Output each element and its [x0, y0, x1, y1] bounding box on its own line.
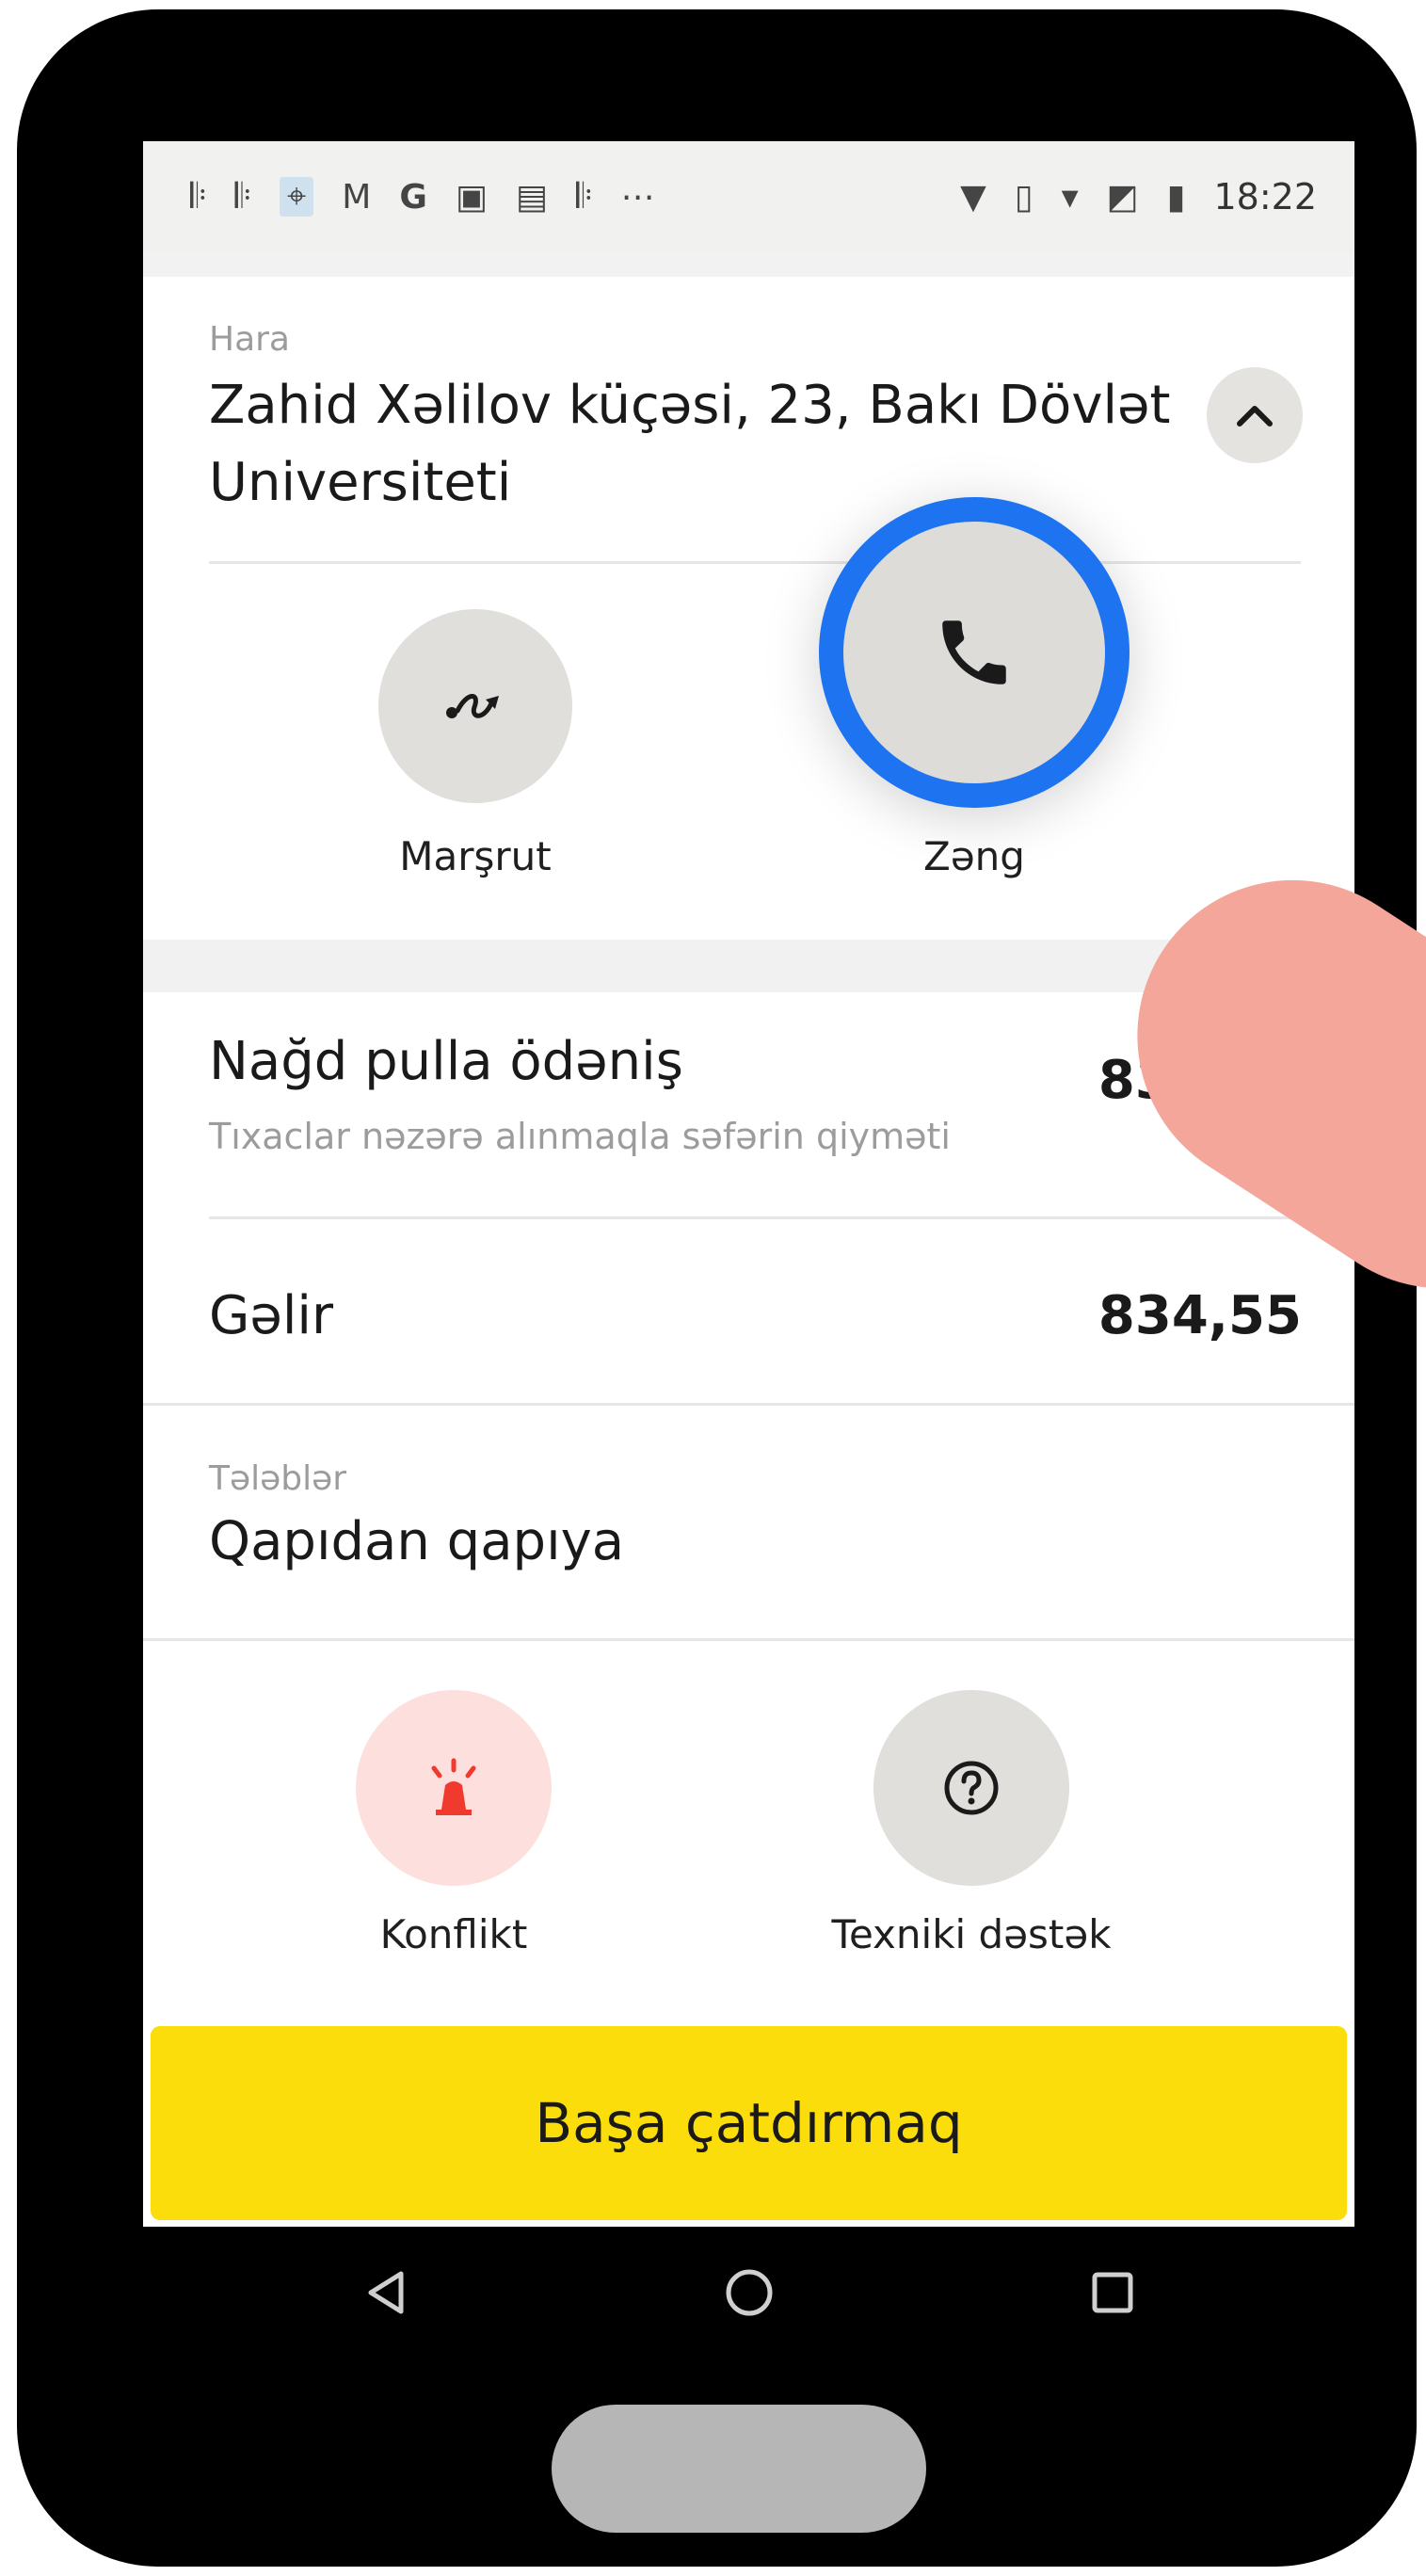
navigation-bar: [143, 2227, 1354, 2368]
finish-button-label: Başa çatdırmaq: [535, 2091, 963, 2155]
siren-icon: [431, 1758, 476, 1815]
back-icon: [368, 2271, 404, 2314]
home-nav-button[interactable]: [712, 2255, 787, 2330]
conflict-button[interactable]: [356, 1690, 552, 1886]
divider: [143, 1638, 1354, 1641]
signal-icon: 𝄆: [190, 177, 207, 216]
support-label: Texniki dəstək: [831, 1911, 1112, 1957]
back-nav-button[interactable]: [348, 2255, 424, 2330]
conflict-label: Konflikt: [379, 1911, 528, 1957]
finish-button[interactable]: Başa çatdırmaq: [151, 2026, 1347, 2220]
recents-icon: [1092, 2272, 1133, 2313]
recents-nav-button[interactable]: [1075, 2255, 1150, 2330]
requirements-value: Qapıdan qapıya: [209, 1511, 625, 1572]
app-screen: 𝄆 𝄆 ⌖ M G ▣ ▤ 𝄆 ⋯ ▼ ▯ ▾ ◩ ▮ 18:22 Hara Z…: [143, 141, 1354, 2227]
home-pill[interactable]: [552, 2405, 926, 2533]
support-button[interactable]: [873, 1690, 1069, 1886]
help-icon: [944, 1761, 999, 1815]
home-circle-icon: [726, 2269, 773, 2316]
requirements-caption: Tələblər: [209, 1459, 347, 1498]
